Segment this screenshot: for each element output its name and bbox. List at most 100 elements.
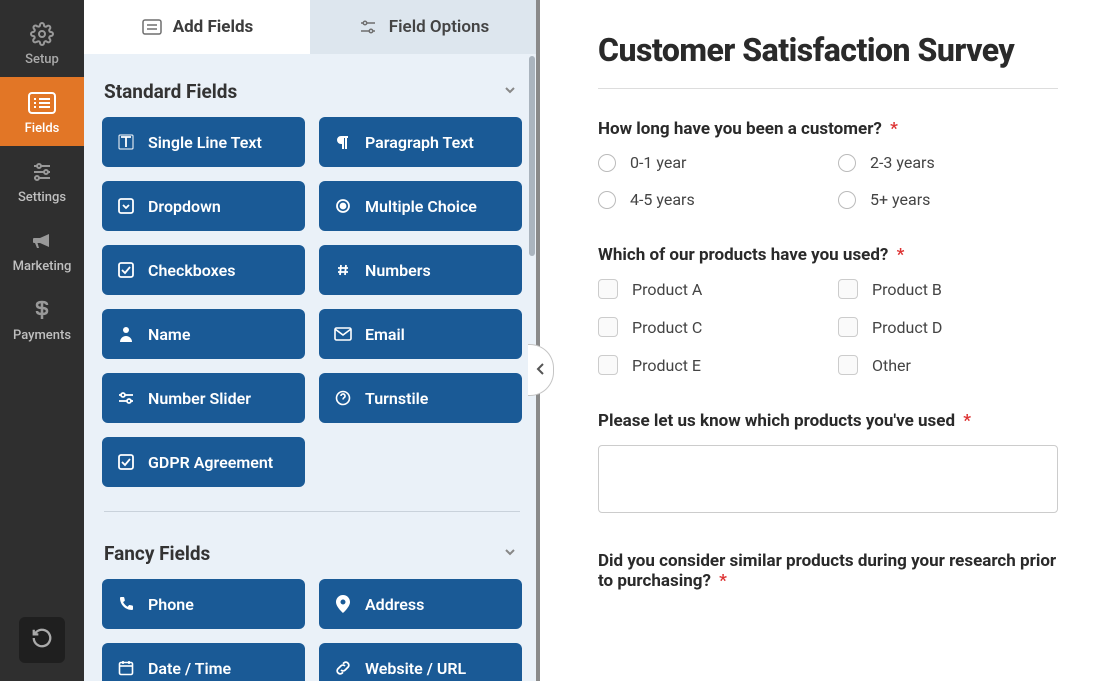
- hash-icon: [333, 260, 353, 280]
- question-2-options: Product A Product B Product C Product D Prod…: [598, 279, 1058, 375]
- required-mark: *: [890, 119, 898, 139]
- option-label: 4-5 years: [630, 190, 695, 209]
- checkbox-icon: [838, 279, 858, 299]
- checkbox-option[interactable]: Product A: [598, 279, 818, 299]
- field-button-label: Turnstile: [365, 389, 428, 408]
- field-date-time[interactable]: Date / Time: [102, 643, 305, 681]
- radio-icon: [838, 154, 856, 172]
- products-used-textarea[interactable]: [598, 445, 1058, 513]
- required-mark: *: [719, 571, 727, 591]
- checkbox-option[interactable]: Product E: [598, 355, 818, 375]
- checkbox-option[interactable]: Other: [838, 355, 1058, 375]
- question-label-2: Which of our products have you used? *: [598, 245, 1058, 265]
- rail-item-settings[interactable]: Settings: [0, 146, 84, 215]
- text-icon: [116, 132, 136, 152]
- section-fancy-fields[interactable]: Fancy Fields: [98, 534, 526, 579]
- left-rail: Setup Fields Settings Marketing Payments: [0, 0, 84, 681]
- rail-label: Marketing: [13, 259, 72, 274]
- question-label-1: How long have you been a customer? *: [598, 119, 1058, 139]
- field-single-line-text[interactable]: Single Line Text: [102, 117, 305, 167]
- field-button-label: Dropdown: [148, 197, 221, 216]
- radio-option[interactable]: 5+ years: [838, 190, 1058, 209]
- field-button-label: Address: [365, 595, 424, 614]
- link-icon: [333, 658, 353, 678]
- option-label: Product D: [872, 318, 942, 337]
- option-label: Other: [872, 356, 911, 375]
- rail-label: Settings: [18, 190, 66, 205]
- pin-icon: [333, 594, 353, 614]
- tab-field-options[interactable]: Field Options: [310, 0, 536, 54]
- question-label-3: Please let us know which products you've…: [598, 411, 1058, 431]
- field-paragraph-text[interactable]: Paragraph Text: [319, 117, 522, 167]
- bullhorn-icon: [28, 227, 56, 255]
- radio-option[interactable]: 0-1 year: [598, 153, 818, 172]
- option-label: Product B: [872, 280, 942, 299]
- radio-icon: [333, 196, 353, 216]
- rail-item-payments[interactable]: Payments: [0, 284, 84, 353]
- field-website-url[interactable]: Website / URL: [319, 643, 522, 681]
- option-label: 0-1 year: [630, 153, 686, 172]
- field-gdpr-agreement[interactable]: GDPR Agreement: [102, 437, 305, 487]
- chevron-down-icon: [502, 82, 518, 102]
- undo-button[interactable]: [19, 617, 65, 663]
- form-title: Customer Satisfaction Survey: [598, 30, 1058, 70]
- field-name[interactable]: Name: [102, 309, 305, 359]
- field-turnstile[interactable]: Turnstile: [319, 373, 522, 423]
- mail-icon: [333, 324, 353, 344]
- person-icon: [116, 324, 136, 344]
- radio-icon: [838, 191, 856, 209]
- panel-scrollbar[interactable]: [529, 56, 535, 256]
- title-divider: [598, 88, 1058, 89]
- rail-label: Fields: [25, 121, 60, 136]
- radio-icon: [598, 191, 616, 209]
- fields-panel: Add Fields Field Options Standard Fields…: [84, 0, 540, 681]
- question-label-4: Did you consider similar products during…: [598, 551, 1058, 591]
- radio-option[interactable]: 2-3 years: [838, 153, 1058, 172]
- check-icon: [116, 452, 136, 472]
- field-phone[interactable]: Phone: [102, 579, 305, 629]
- field-number-slider[interactable]: Number Slider: [102, 373, 305, 423]
- form-icon: [141, 18, 163, 36]
- gear-icon: [28, 20, 56, 48]
- required-mark: *: [897, 245, 905, 265]
- checkbox-icon: [838, 355, 858, 375]
- tab-add-fields[interactable]: Add Fields: [84, 0, 310, 54]
- section-title: Standard Fields: [104, 80, 237, 103]
- panel-tabs: Add Fields Field Options: [84, 0, 536, 54]
- section-standard-fields[interactable]: Standard Fields: [98, 72, 526, 117]
- field-button-label: Phone: [148, 595, 194, 614]
- checkbox-option[interactable]: Product C: [598, 317, 818, 337]
- rail-item-marketing[interactable]: Marketing: [0, 215, 84, 284]
- check-icon: [116, 260, 136, 280]
- checkbox-option[interactable]: Product B: [838, 279, 1058, 299]
- fancy-fields-grid: Phone Address Date / Time Website / URL: [98, 579, 526, 681]
- checkbox-icon: [598, 279, 618, 299]
- standard-fields-grid: Single Line Text Paragraph Text Dropdown Mu…: [98, 117, 526, 507]
- required-mark: *: [963, 411, 971, 431]
- rail-item-setup[interactable]: Setup: [0, 8, 84, 77]
- rail-item-fields[interactable]: Fields: [0, 77, 84, 146]
- field-button-label: GDPR Agreement: [148, 453, 273, 472]
- radio-option[interactable]: 4-5 years: [598, 190, 818, 209]
- field-address[interactable]: Address: [319, 579, 522, 629]
- field-numbers[interactable]: Numbers: [319, 245, 522, 295]
- field-button-label: Paragraph Text: [365, 133, 474, 152]
- tab-label: Add Fields: [173, 17, 254, 37]
- field-button-label: Multiple Choice: [365, 197, 477, 216]
- checkbox-icon: [598, 317, 618, 337]
- paragraph-icon: [333, 132, 353, 152]
- field-multiple-choice[interactable]: Multiple Choice: [319, 181, 522, 231]
- field-button-label: Single Line Text: [148, 133, 262, 152]
- checkbox-option[interactable]: Product D: [838, 317, 1058, 337]
- dropdown-icon: [116, 196, 136, 216]
- option-label: Product C: [632, 318, 702, 337]
- field-email[interactable]: Email: [319, 309, 522, 359]
- field-button-label: Date / Time: [148, 659, 231, 678]
- field-checkboxes[interactable]: Checkboxes: [102, 245, 305, 295]
- checkbox-icon: [838, 317, 858, 337]
- section-divider: [104, 511, 520, 512]
- field-button-label: Checkboxes: [148, 261, 235, 280]
- option-label: Product A: [632, 280, 702, 299]
- field-dropdown[interactable]: Dropdown: [102, 181, 305, 231]
- sliders-icon: [357, 18, 379, 36]
